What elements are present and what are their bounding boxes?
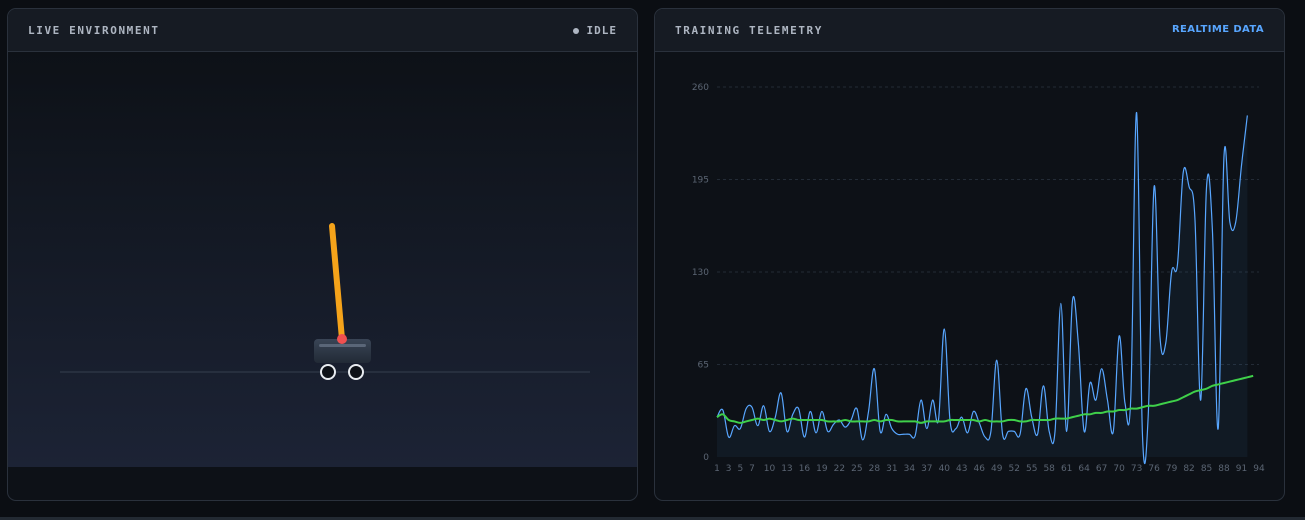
environment-status: IDLE	[572, 24, 618, 37]
reward-series-area	[717, 112, 1248, 464]
live-environment-panel: LIVE ENVIRONMENT IDLE	[7, 8, 638, 501]
x-tick-label: 49	[991, 464, 1003, 474]
y-tick-label: 65	[698, 361, 709, 371]
x-tick-label: 28	[869, 464, 881, 474]
x-tick-label: 61	[1061, 464, 1072, 474]
x-tick-label: 31	[886, 464, 897, 474]
x-tick-label: 43	[956, 464, 967, 474]
training-telemetry-panel: TRAINING TELEMETRY REALTIME DATA 0 65 130 1…	[654, 8, 1285, 501]
x-tick-label: 1	[714, 464, 720, 474]
status-dot-icon	[572, 27, 579, 34]
environment-background	[8, 52, 637, 467]
environment-panel-title: LIVE ENVIRONMENT	[28, 24, 160, 37]
x-tick-label: 10	[764, 464, 776, 474]
x-tick-label: 58	[1043, 464, 1055, 474]
x-tick-label: 70	[1113, 464, 1125, 474]
x-tick-label: 55	[1026, 464, 1037, 474]
x-tick-label: 91	[1236, 464, 1247, 474]
x-tick-label: 94	[1253, 464, 1265, 474]
cart-rail	[319, 344, 366, 347]
environment-panel-header: LIVE ENVIRONMENT IDLE	[8, 9, 637, 52]
y-tick-label: 130	[692, 268, 709, 278]
telemetry-panel-header: TRAINING TELEMETRY REALTIME DATA	[655, 9, 1284, 52]
x-tick-label: 64	[1078, 464, 1090, 474]
x-tick-label: 76	[1148, 464, 1160, 474]
cart-wheel-left	[320, 364, 336, 380]
x-tick-label: 82	[1183, 464, 1194, 474]
x-tick-label: 37	[921, 464, 932, 474]
x-tick-label: 85	[1201, 464, 1212, 474]
x-tick-label: 7	[749, 464, 755, 474]
x-tick-label: 34	[904, 464, 916, 474]
telemetry-panel-title: TRAINING TELEMETRY	[675, 24, 824, 37]
environment-status-label: IDLE	[586, 24, 617, 37]
cart-wheel-right	[348, 364, 364, 380]
x-tick-label: 79	[1166, 464, 1178, 474]
x-tick-label: 22	[834, 464, 845, 474]
pole-pivot	[337, 334, 347, 344]
x-tick-label: 5	[737, 464, 743, 474]
x-tick-label: 67	[1096, 464, 1107, 474]
environment-canvas	[8, 52, 637, 467]
y-tick-label: 0	[703, 453, 709, 463]
x-tick-label: 13	[781, 464, 792, 474]
x-tick-label: 16	[799, 464, 811, 474]
x-tick-label: 88	[1218, 464, 1230, 474]
x-tick-label: 46	[974, 464, 986, 474]
telemetry-chart: 0651301952601 3 5 7 10 13 16 19 22 25 28 31 34 37 40 43…	[692, 83, 1265, 474]
x-tick-label: 25	[851, 464, 862, 474]
x-tick-label: 3	[726, 464, 732, 474]
x-tick-label: 73	[1131, 464, 1142, 474]
y-tick-label: 260	[692, 83, 709, 93]
x-tick-label: 40	[939, 464, 951, 474]
realtime-data-badge: REALTIME DATA	[1171, 24, 1264, 35]
x-tick-label: 19	[816, 464, 828, 474]
x-tick-label: 52	[1008, 464, 1019, 474]
y-tick-label: 195	[692, 176, 709, 186]
